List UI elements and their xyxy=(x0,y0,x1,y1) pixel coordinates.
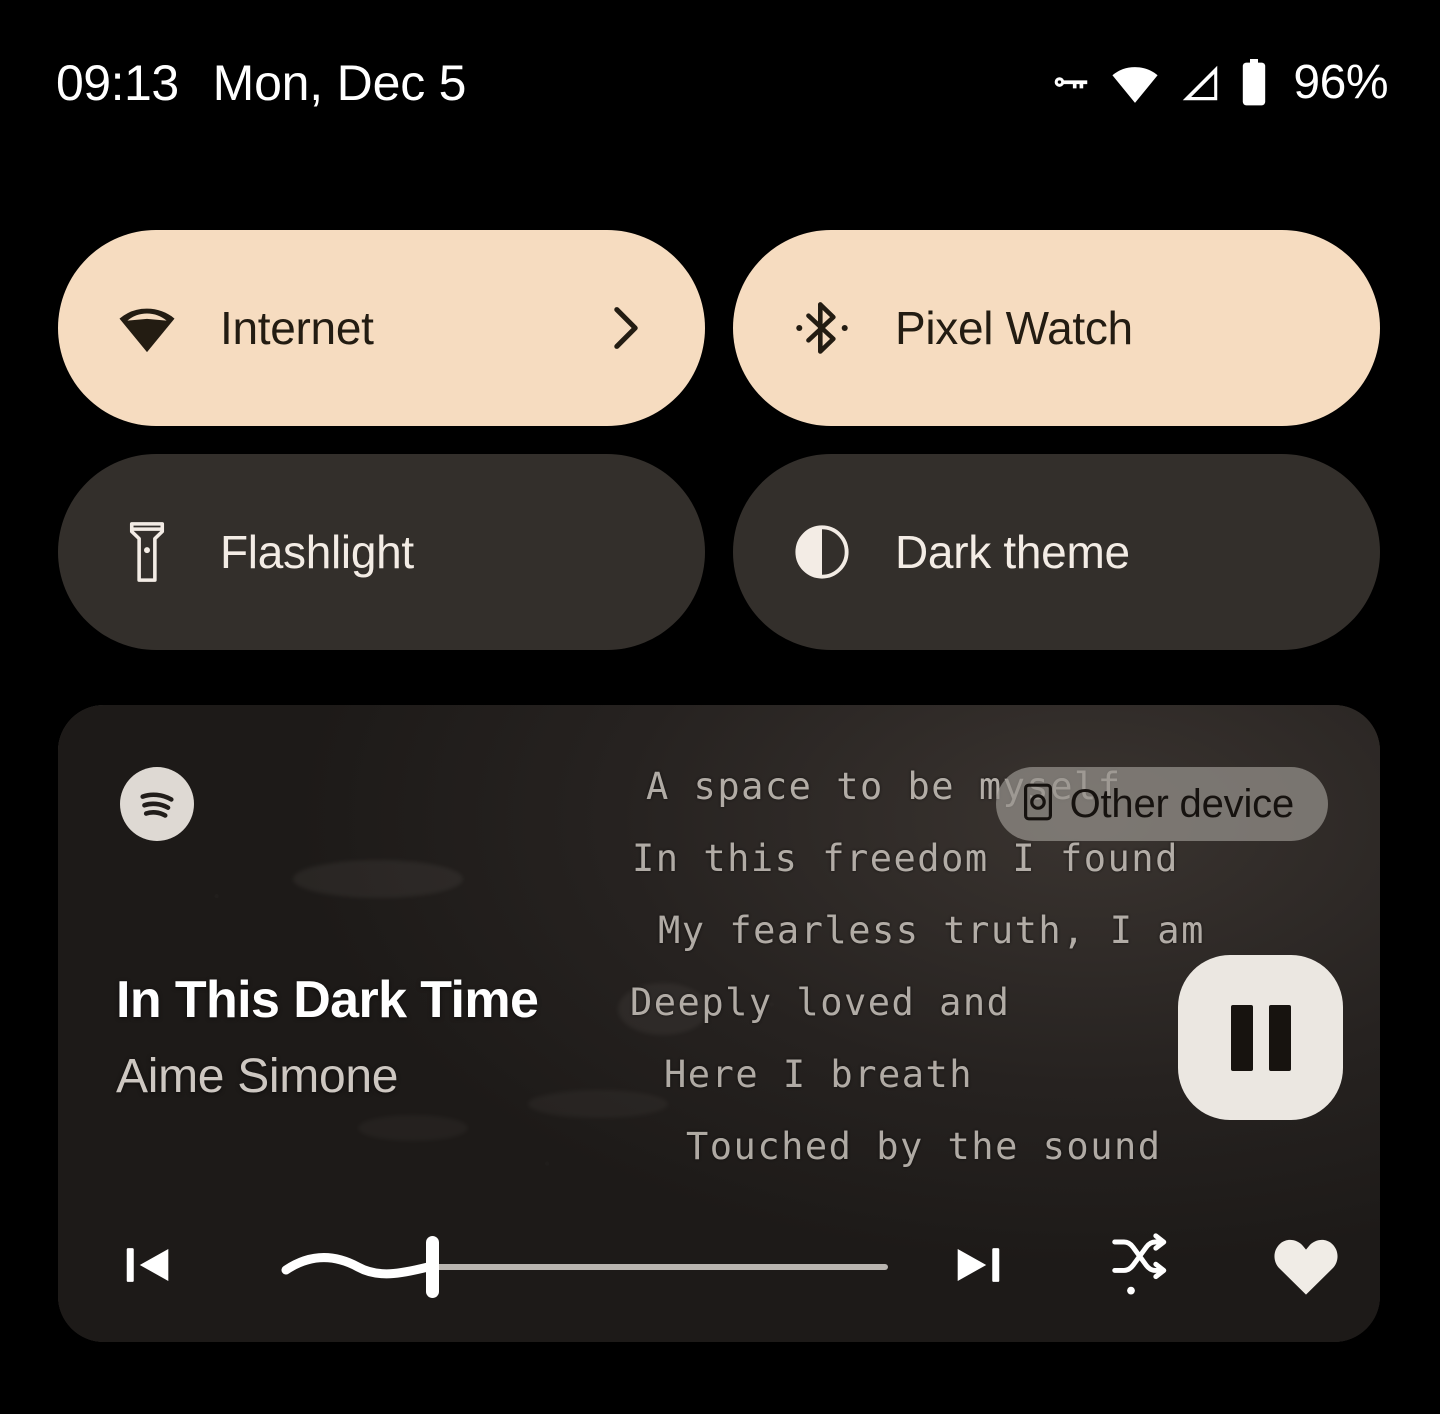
battery-percent-label: 96% xyxy=(1293,55,1388,109)
shuffle-icon xyxy=(1108,1230,1170,1305)
play-pause-button[interactable] xyxy=(1178,955,1343,1120)
seek-remaining-track xyxy=(436,1264,888,1270)
qs-tile-pixel-watch[interactable]: Pixel Watch xyxy=(733,230,1380,426)
status-bar: 09:13 Mon, Dec 5 96% xyxy=(0,0,1440,165)
media-artist: Aime Simone xyxy=(116,1050,399,1103)
seek-progress-wave xyxy=(278,1242,448,1292)
qs-tile-label: Internet xyxy=(220,302,374,354)
shuffle-button[interactable] xyxy=(1104,1229,1174,1305)
cast-device-icon xyxy=(1022,782,1054,827)
like-button[interactable] xyxy=(1270,1234,1342,1300)
status-clock: 09:13 xyxy=(56,54,179,111)
quick-settings-tile-grid: Internet Pixel Watch Flashlight Dark the… xyxy=(58,230,1380,650)
seek-thumb[interactable] xyxy=(426,1236,439,1298)
qs-tile-label: Dark theme xyxy=(895,526,1130,578)
qs-tile-label: Pixel Watch xyxy=(895,302,1133,354)
output-switcher-chip[interactable]: Other device xyxy=(995,767,1328,841)
output-switcher-label: Other device xyxy=(1069,781,1295,826)
qs-tile-internet[interactable]: Internet xyxy=(58,230,705,426)
status-bar-right: 96% xyxy=(1047,55,1388,109)
pause-icon xyxy=(1268,1004,1291,1071)
media-title: In This Dark Time xyxy=(116,971,539,1029)
media-controls-row xyxy=(58,1192,1380,1342)
flashlight-icon xyxy=(116,521,178,583)
status-date: Mon, Dec 5 xyxy=(212,54,467,111)
vpn-key-icon xyxy=(1047,60,1093,106)
previous-track-button[interactable] xyxy=(116,1235,180,1299)
wifi-icon xyxy=(1109,60,1161,106)
status-bar-left: 09:13 Mon, Dec 5 xyxy=(56,58,466,108)
wifi-icon xyxy=(116,297,178,359)
skip-previous-icon xyxy=(119,1236,177,1299)
media-player-card[interactable]: A space to be myself In this freedom I f… xyxy=(58,705,1380,1342)
media-seek-bar[interactable] xyxy=(278,1232,888,1302)
chevron-right-icon[interactable] xyxy=(609,305,643,351)
skip-next-icon xyxy=(949,1236,1007,1299)
spotify-icon xyxy=(120,767,194,841)
pause-icon xyxy=(1230,1004,1253,1071)
heart-filled-icon xyxy=(1271,1233,1341,1302)
qs-tile-dark-theme[interactable]: Dark theme xyxy=(733,454,1380,650)
battery-icon xyxy=(1239,58,1269,107)
qs-tile-label: Flashlight xyxy=(220,526,414,578)
qs-tile-flashlight[interactable]: Flashlight xyxy=(58,454,705,650)
contrast-icon xyxy=(791,521,853,583)
bluetooth-icon xyxy=(791,297,853,359)
next-track-button[interactable] xyxy=(946,1235,1010,1299)
cellular-signal-icon xyxy=(1177,60,1223,106)
